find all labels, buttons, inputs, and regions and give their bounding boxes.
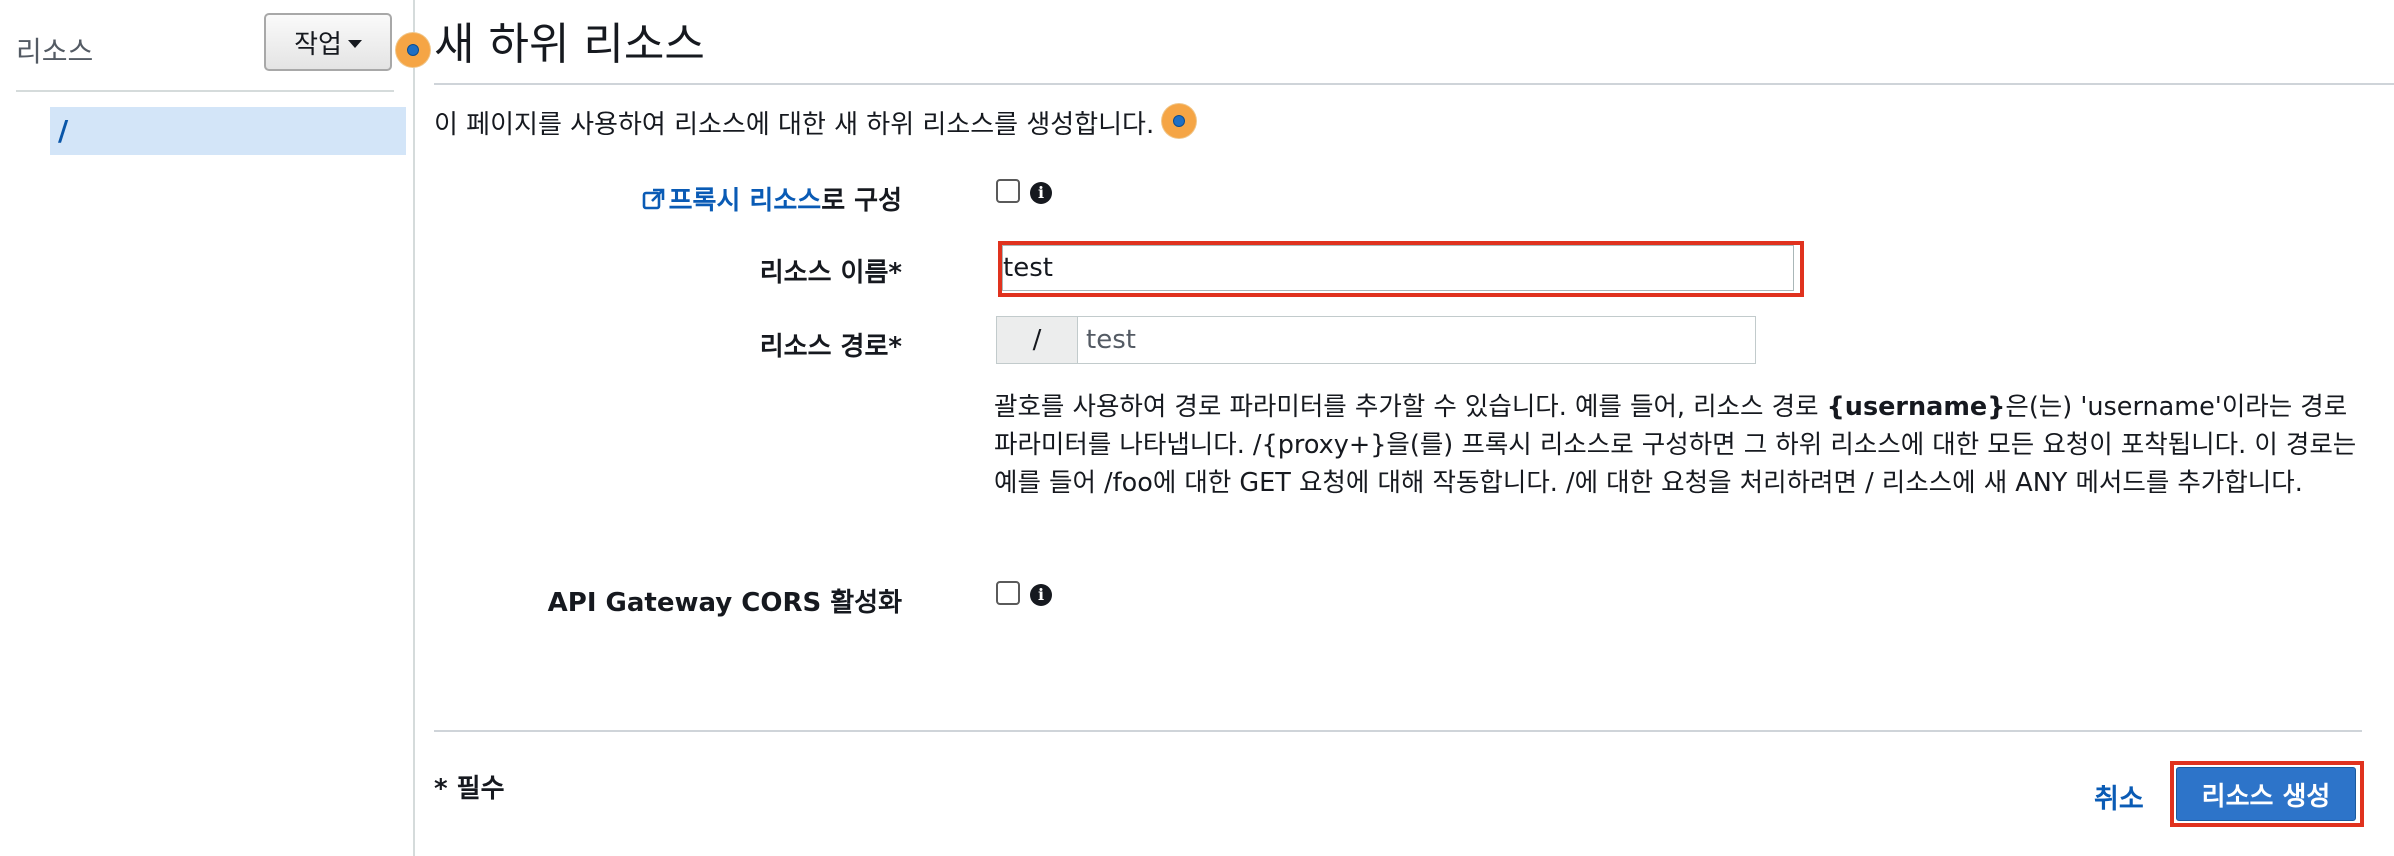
actions-button-label: 작업 bbox=[294, 29, 342, 60]
help-text-part-1: 괄호를 사용하여 경로 파라미터를 추가할 수 있습니다. 예를 들어, 리소스… bbox=[994, 392, 1827, 422]
resource-path-label: 리소스 경로* bbox=[759, 332, 902, 362]
resource-tree-item-root[interactable]: / bbox=[50, 107, 406, 155]
cancel-button[interactable]: 취소 bbox=[2094, 777, 2144, 816]
panel-divider bbox=[16, 90, 394, 92]
tour-hotspot-icon[interactable] bbox=[396, 33, 430, 67]
footer-divider bbox=[434, 730, 2362, 732]
resource-tree-item-label: / bbox=[58, 114, 69, 147]
resource-path-input[interactable]: test bbox=[1078, 317, 1755, 363]
proxy-resource-link[interactable]: 프록시 리소스 bbox=[641, 186, 822, 216]
create-resource-button[interactable]: 리소스 생성 bbox=[2176, 767, 2356, 821]
proxy-resource-label: 프록시 리소스로 구성 bbox=[641, 180, 902, 217]
proxy-resource-link-text: 프록시 리소스 bbox=[668, 186, 822, 216]
panel-vertical-divider bbox=[413, 0, 415, 856]
info-icon[interactable]: i bbox=[1030, 182, 1052, 204]
resource-path-prefix: / bbox=[997, 317, 1078, 363]
tour-hotspot-icon[interactable] bbox=[1162, 104, 1196, 138]
caret-down-icon bbox=[347, 39, 362, 48]
resource-name-label: 리소스 이름* bbox=[759, 258, 902, 288]
info-icon[interactable]: i bbox=[1030, 584, 1052, 606]
resources-panel-title: 리소스 bbox=[16, 35, 94, 68]
cors-label: API Gateway CORS 활성화 bbox=[547, 588, 902, 618]
page-description-text: 이 페이지를 사용하여 리소스에 대한 새 하위 리소스를 생성합니다. bbox=[434, 110, 1155, 140]
proxy-resource-checkbox[interactable] bbox=[996, 179, 1020, 203]
resource-path-help-text: 괄호를 사용하여 경로 파라미터를 추가할 수 있습니다. 예를 들어, 리소스… bbox=[994, 388, 2374, 502]
cors-checkbox[interactable] bbox=[996, 581, 1020, 605]
resource-path-field[interactable]: / test bbox=[996, 316, 1756, 364]
external-link-icon bbox=[642, 188, 664, 210]
page-title: 새 하위 리소스 bbox=[434, 19, 705, 70]
page-description: 이 페이지를 사용하여 리소스에 대한 새 하위 리소스를 생성합니다. bbox=[434, 104, 1154, 141]
actions-dropdown-button[interactable]: 작업 bbox=[264, 13, 392, 71]
title-divider bbox=[434, 83, 2394, 85]
resource-name-input[interactable] bbox=[1002, 245, 1794, 291]
proxy-resource-suffix: 로 구성 bbox=[821, 186, 902, 216]
required-note: * 필수 bbox=[434, 774, 505, 804]
help-text-example: {username} bbox=[1826, 392, 2006, 422]
